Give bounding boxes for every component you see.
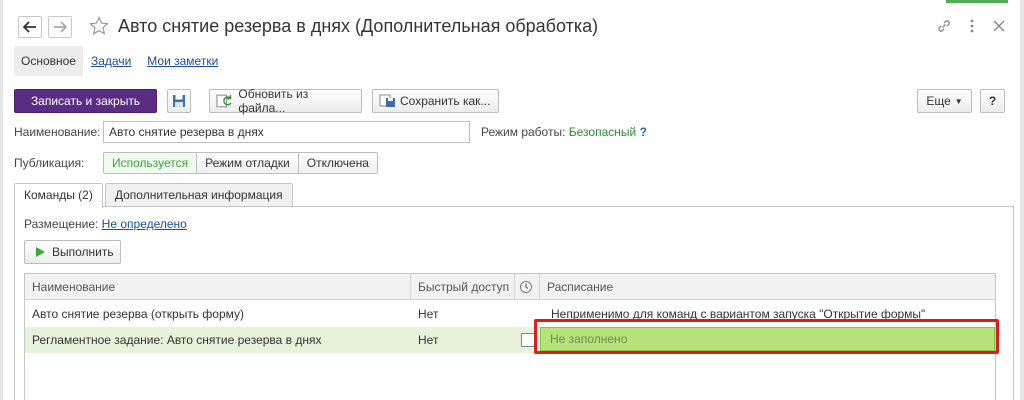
name-input[interactable]: Авто снятие резерва в днях: [103, 121, 470, 143]
tab-my-notes[interactable]: Мои заметки: [139, 46, 226, 76]
mode-line: Режим работы: Безопасный ?: [481, 125, 647, 139]
save-close-button[interactable]: Записать и закрыть: [14, 89, 157, 113]
publication-label: Публикация:: [14, 156, 85, 170]
placement-label: Размещение:: [24, 217, 99, 231]
row-name: Регламентное задание: Авто снятие резерв…: [32, 333, 322, 347]
update-from-file-button[interactable]: Обновить из файла...: [209, 87, 362, 115]
tab-main[interactable]: Основное: [14, 46, 83, 76]
column-header-name[interactable]: Наименование: [25, 274, 411, 300]
mode-label: Режим работы:: [481, 125, 566, 139]
annotation-highlight-box: [534, 319, 999, 354]
name-label: Наименование:: [14, 125, 101, 139]
back-button[interactable]: [18, 16, 42, 38]
publication-option-used[interactable]: Используется: [104, 153, 198, 173]
tab-commands[interactable]: Команды (2): [14, 183, 103, 208]
save-as-label: Сохранить как...: [400, 94, 491, 108]
active-tab-indicator: [946, 0, 1008, 3]
save-button[interactable]: [167, 89, 191, 113]
link-icon[interactable]: [935, 17, 953, 35]
refresh-file-icon: [216, 94, 232, 108]
more-label: Еще: [926, 94, 951, 108]
column-header-quick[interactable]: Быстрый доступ: [411, 274, 515, 300]
row-quick: Нет: [418, 333, 439, 347]
help-button[interactable]: ?: [980, 89, 1005, 113]
left-edge: [0, 0, 3, 400]
star-icon[interactable]: [89, 16, 109, 36]
top-strip: [0, 0, 1024, 6]
tab-tasks[interactable]: Задачи: [83, 46, 139, 76]
more-icon[interactable]: [963, 17, 981, 35]
schedule-checkbox[interactable]: [521, 333, 535, 347]
save-as-button[interactable]: Сохранить как...: [372, 89, 499, 113]
forward-arrow-icon: [54, 21, 67, 33]
forward-button[interactable]: [48, 16, 72, 38]
window-title: Авто снятие резерва в днях (Дополнительн…: [118, 16, 599, 36]
publication-option-debug[interactable]: Режим отладки: [197, 153, 299, 173]
publication-option-disabled[interactable]: Отключена: [298, 153, 377, 173]
update-from-file-label: Обновить из файла...: [238, 87, 309, 115]
tab-additional-info[interactable]: Дополнительная информация: [104, 183, 293, 207]
more-button[interactable]: Еще ▼: [917, 89, 972, 113]
back-arrow-icon: [23, 21, 36, 33]
play-icon: [36, 247, 45, 257]
run-label: Выполнить: [52, 245, 114, 259]
row-quick: Нет: [418, 307, 439, 321]
table-header: Наименование Быстрый доступ Расписание: [25, 274, 995, 300]
floppy-disk-icon: [173, 95, 185, 107]
chevron-down-icon: ▼: [954, 96, 963, 106]
publication-switch: Используется Режим отладки Отключена: [103, 152, 378, 174]
mode-value: Безопасный: [568, 125, 637, 139]
save-as-icon: [379, 94, 395, 107]
mode-help-icon[interactable]: ?: [640, 125, 647, 139]
page-tabs: Команды (2) Дополнительная информация: [14, 183, 295, 208]
column-header-schedule[interactable]: Расписание: [540, 274, 995, 300]
clock-icon: [520, 281, 532, 293]
run-button[interactable]: Выполнить: [24, 240, 121, 264]
placement-line: Размещение: Не определено: [24, 217, 187, 231]
right-scrollbar[interactable]: [1020, 0, 1024, 400]
close-icon[interactable]: [990, 17, 1008, 35]
placement-link[interactable]: Не определено: [102, 217, 187, 231]
row-name: Авто снятие резерва (открыть форму): [32, 307, 244, 321]
form-sections: Основное Задачи Мои заметки: [14, 46, 226, 76]
column-header-clock[interactable]: [515, 274, 540, 300]
